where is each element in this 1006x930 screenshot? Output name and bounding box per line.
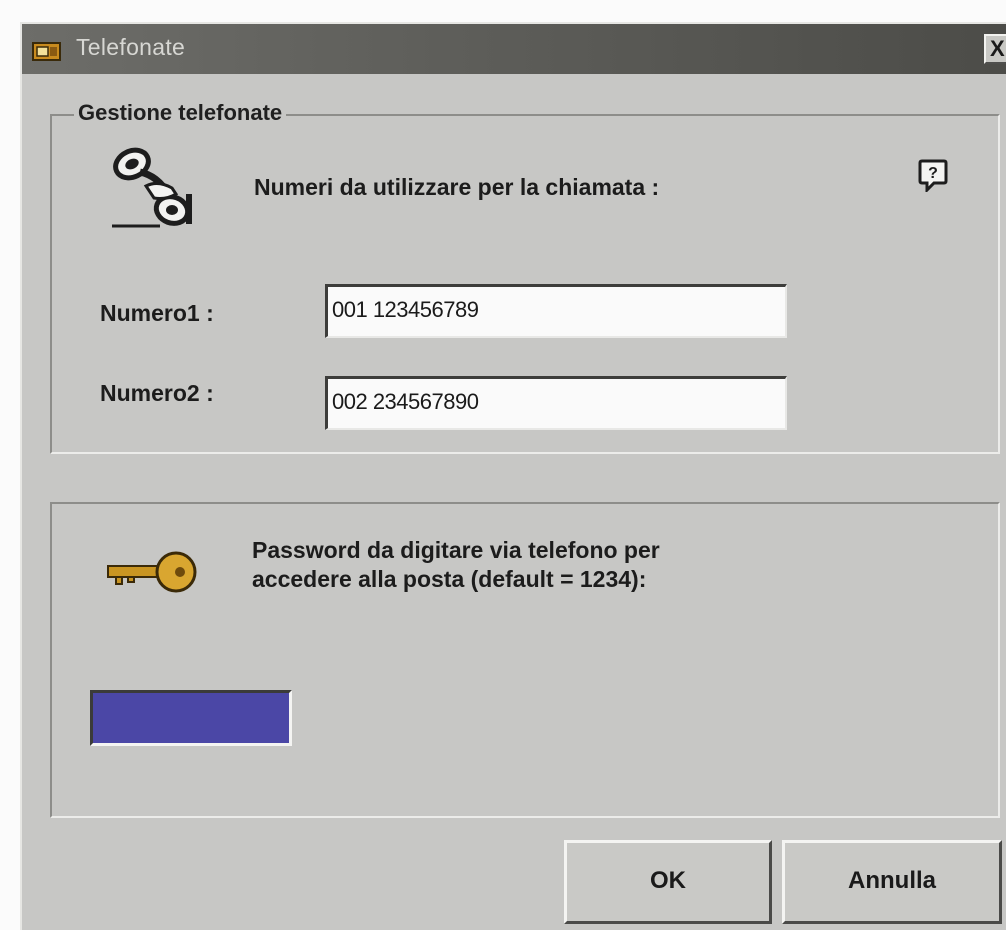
close-button[interactable]: X bbox=[984, 34, 1006, 64]
numbers-heading: Numeri da utilizzare per la chiamata : bbox=[254, 174, 660, 200]
numero2-input[interactable]: 002 234567890 bbox=[325, 376, 787, 430]
phone-app-icon bbox=[32, 38, 62, 62]
telephone-handset-icon bbox=[106, 142, 202, 234]
password-input[interactable] bbox=[90, 690, 292, 746]
help-icon[interactable]: ? bbox=[918, 158, 948, 194]
numero2-label: Numero2 : bbox=[100, 380, 214, 406]
key-icon bbox=[106, 550, 198, 594]
cancel-button[interactable]: Annulla bbox=[782, 840, 1002, 924]
numero1-label: Numero1 : bbox=[100, 300, 214, 326]
window-title: Telefonate bbox=[76, 34, 186, 60]
password-instructions-line1: Password da digitare via telefono per bbox=[252, 537, 660, 563]
password-instructions: Password da digitare via telefono per ac… bbox=[252, 536, 872, 594]
help-icon-label: ? bbox=[928, 165, 938, 182]
password-instructions-line2: accedere alla posta (default = 1234): bbox=[252, 566, 647, 592]
ok-button[interactable]: OK bbox=[564, 840, 772, 924]
numero1-input[interactable]: 001 123456789 bbox=[325, 284, 787, 338]
telefonate-dialog: Telefonate X Gestione telefonate Numeri … bbox=[20, 22, 1006, 930]
calls-group-legend: Gestione telefonate bbox=[74, 100, 287, 126]
title-bar[interactable]: Telefonate X bbox=[22, 24, 1006, 74]
